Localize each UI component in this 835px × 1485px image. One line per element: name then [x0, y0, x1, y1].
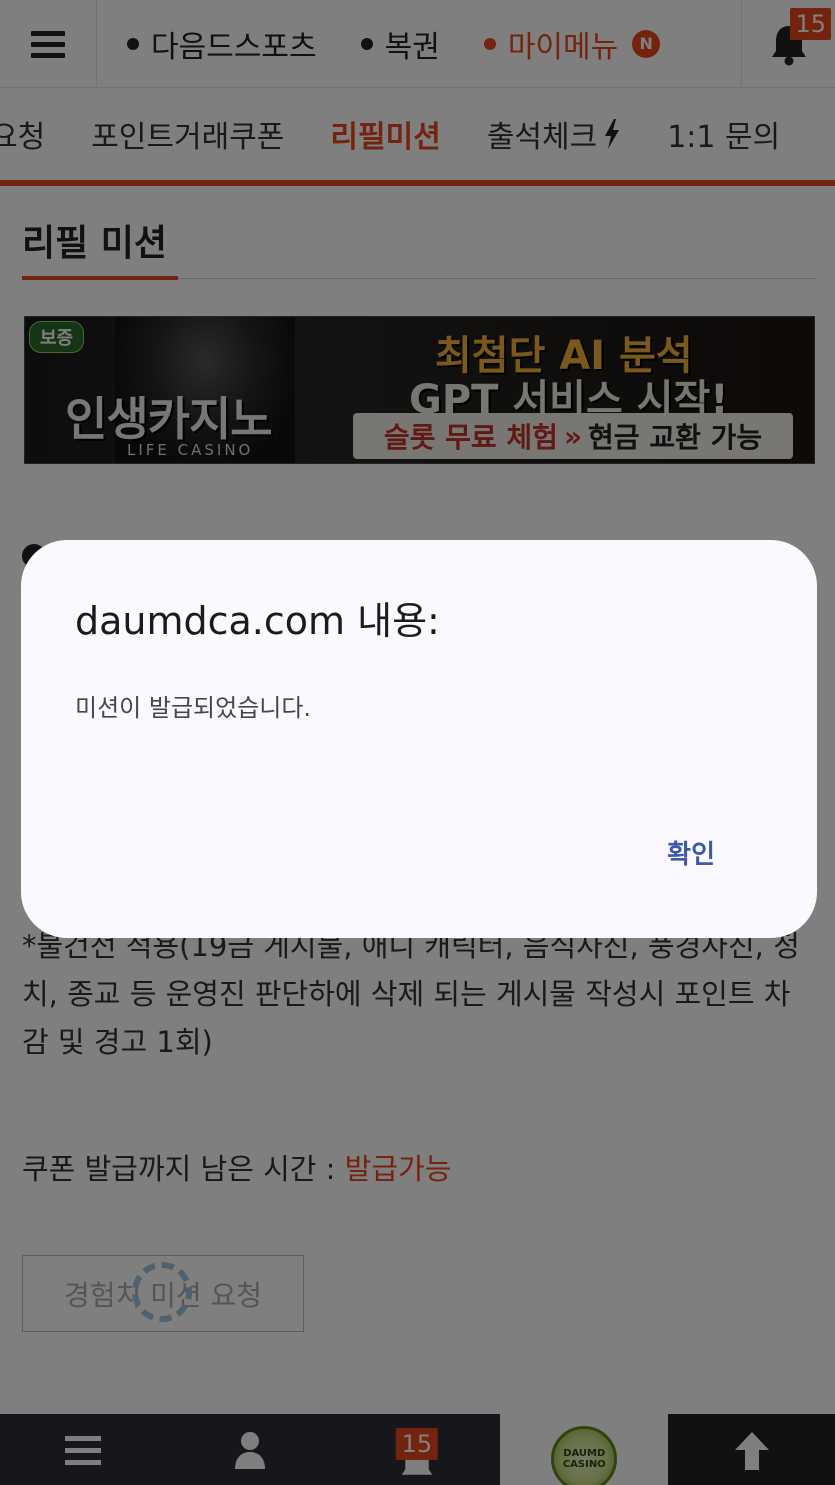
dialog-ok-button[interactable]: 확인 — [659, 830, 723, 875]
alert-dialog: daumdca.com 내용: 미션이 발급되었습니다. 확인 — [21, 540, 817, 938]
dialog-title: daumdca.com 내용: — [75, 599, 440, 643]
dialog-message: 미션이 발급되었습니다. — [75, 694, 312, 722]
